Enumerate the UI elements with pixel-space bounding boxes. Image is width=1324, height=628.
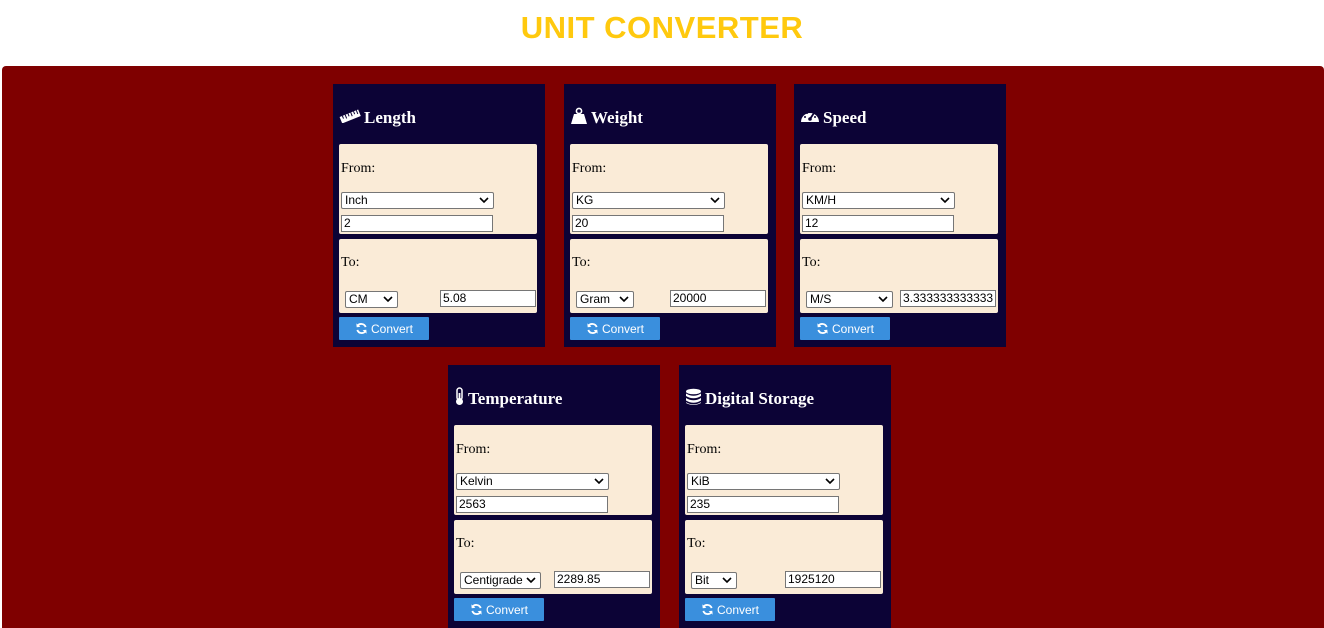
storage-to-panel: To: Bit 1925120 [685, 520, 883, 594]
to-label: To: [802, 255, 821, 270]
selected-unit: CM [349, 292, 368, 306]
chevron-down-icon [479, 197, 489, 204]
chevron-down-icon [594, 478, 604, 485]
refresh-icon [702, 604, 713, 615]
chevron-down-icon [825, 478, 835, 485]
length-to-panel: To: CM 5.08 [339, 239, 537, 313]
from-label: From: [341, 161, 376, 176]
storage-from-unit-select[interactable]: KiB [687, 473, 840, 490]
temperature-header: Temperature [454, 387, 562, 411]
chevron-down-icon [710, 197, 720, 204]
chevron-down-icon [383, 296, 393, 303]
selected-unit: KM/H [806, 193, 836, 207]
speed-from-unit-select[interactable]: KM/H [802, 192, 955, 209]
to-label: To: [687, 536, 706, 551]
speedometer-icon [800, 107, 823, 129]
selected-unit: Inch [345, 193, 368, 207]
from-label: From: [802, 161, 837, 176]
speed-convert-button[interactable]: Convert [800, 317, 890, 340]
from-label: From: [572, 161, 607, 176]
convert-label: Convert [485, 602, 529, 617]
temperature-from-panel: From: Kelvin 2563 [454, 425, 652, 515]
chevron-down-icon [940, 197, 950, 204]
weight-to-panel: To: Gram 20000 [570, 239, 768, 313]
temperature-to-panel: To: Centigrade 2289.85 [454, 520, 652, 594]
chevron-down-icon [619, 296, 629, 303]
weight-title: Weight [591, 108, 643, 127]
weight-convert-button[interactable]: Convert [570, 317, 660, 340]
temperature-from-value-input[interactable]: 2563 [456, 496, 608, 513]
to-label: To: [456, 536, 475, 551]
to-label: To: [572, 255, 591, 270]
speed-title: Speed [823, 108, 867, 127]
temperature-title: Temperature [468, 389, 563, 408]
selected-unit: Gram [580, 292, 610, 306]
temperature-from-unit-select[interactable]: Kelvin [456, 473, 609, 490]
length-to-unit-select[interactable]: CM [345, 291, 398, 308]
temperature-card: Temperature From: Kelvin 2563 To: Centig… [448, 365, 660, 628]
selected-unit: KG [576, 193, 594, 207]
storage-card: Digital Storage From: KiB 235 To: Bit 19… [679, 365, 891, 628]
chevron-down-icon [526, 577, 536, 584]
temperature-to-unit-select[interactable]: Centigrade [460, 572, 541, 589]
storage-header: Digital Storage [685, 387, 814, 411]
refresh-icon [817, 323, 828, 334]
speed-card: Speed From: KM/H 12 To: M/S 3.3333333333… [794, 84, 1006, 347]
convert-label: Convert [716, 602, 760, 617]
speed-from-panel: From: KM/H 12 [800, 144, 998, 234]
storage-from-panel: From: KiB 235 [685, 425, 883, 515]
length-card: Length From: Inch 2 To: CM 5.08 Convert [333, 84, 545, 347]
length-header: Length [339, 106, 416, 130]
page-title: UNIT CONVERTER [520, 10, 804, 45]
from-label: From: [687, 442, 722, 457]
database-icon [685, 388, 705, 411]
refresh-icon [356, 323, 367, 334]
selected-unit: KiB [691, 474, 710, 488]
temperature-to-value-output[interactable]: 2289.85 [554, 571, 650, 588]
weight-from-panel: From: KG 20 [570, 144, 768, 234]
convert-label: Convert [601, 321, 645, 336]
storage-title: Digital Storage [705, 389, 815, 408]
length-from-panel: From: Inch 2 [339, 144, 537, 234]
weight-from-value-input[interactable]: 20 [572, 215, 724, 232]
refresh-icon [471, 604, 482, 615]
speed-to-panel: To: M/S 3.333333333333 [800, 239, 998, 313]
speed-header: Speed [800, 106, 866, 130]
weight-icon [570, 107, 591, 130]
storage-from-value-input[interactable]: 235 [687, 496, 839, 513]
selected-unit: Kelvin [460, 474, 493, 488]
storage-convert-button[interactable]: Convert [685, 598, 775, 621]
speed-to-unit-select[interactable]: M/S [806, 291, 893, 308]
convert-label: Convert [370, 321, 414, 336]
weight-card: Weight From: KG 20 To: Gram 20000 Conver… [564, 84, 776, 347]
speed-from-value-input[interactable]: 12 [802, 215, 954, 232]
speed-to-value-output[interactable]: 3.333333333333 [900, 290, 996, 307]
length-from-unit-select[interactable]: Inch [341, 192, 494, 209]
weight-from-unit-select[interactable]: KG [572, 192, 725, 209]
selected-unit: Centigrade [464, 573, 523, 587]
chevron-down-icon [722, 577, 732, 584]
refresh-icon [587, 323, 598, 334]
length-to-value-output[interactable]: 5.08 [440, 290, 536, 307]
to-label: To: [341, 255, 360, 270]
length-title: Length [364, 108, 416, 127]
weight-to-value-output[interactable]: 20000 [670, 290, 766, 307]
selected-unit: M/S [810, 292, 832, 306]
thermometer-icon [454, 387, 468, 411]
weight-header: Weight [570, 106, 643, 130]
from-label: From: [456, 442, 491, 457]
chevron-down-icon [878, 296, 888, 303]
temperature-convert-button[interactable]: Convert [454, 598, 544, 621]
convert-label: Convert [831, 321, 875, 336]
length-convert-button[interactable]: Convert [339, 317, 429, 340]
storage-to-value-output[interactable]: 1925120 [785, 571, 881, 588]
length-from-value-input[interactable]: 2 [341, 215, 493, 232]
weight-to-unit-select[interactable]: Gram [576, 291, 634, 308]
ruler-icon [339, 108, 364, 128]
storage-to-unit-select[interactable]: Bit [691, 572, 737, 589]
selected-unit: Bit [695, 573, 710, 587]
